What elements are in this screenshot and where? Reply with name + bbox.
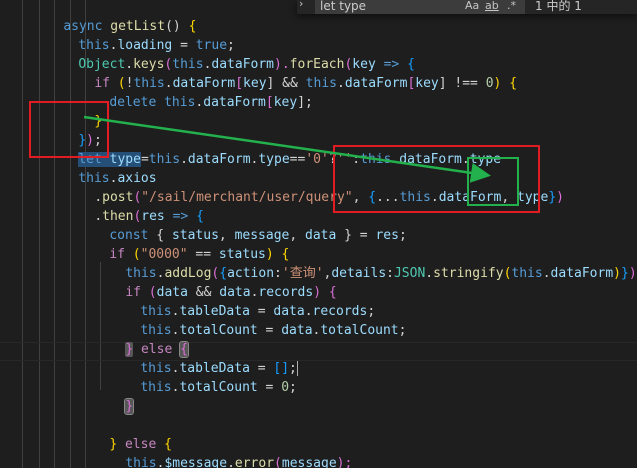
operator: = (257, 380, 282, 395)
this-keyword: this (125, 456, 157, 468)
variable: message (281, 456, 337, 468)
find-input-container[interactable]: Aa ab .* (315, 0, 525, 14)
variable: key (273, 95, 298, 110)
this-keyword: this (164, 95, 196, 110)
bracket: { (509, 76, 518, 91)
keyword-token: delete (109, 95, 157, 110)
indent-guide (22, 0, 23, 468)
chevron-right-icon[interactable]: › (299, 0, 313, 13)
annotation-box-let-type (29, 101, 109, 158)
property: type (258, 152, 290, 167)
variable: key (415, 76, 439, 91)
variable: data (305, 228, 337, 243)
find-input[interactable] (320, 0, 460, 14)
number: 0 (485, 76, 494, 91)
code-editor[interactable]: async getList() { this.loading = true; O… (0, 0, 637, 468)
regex-toggle[interactable]: .* (507, 0, 516, 14)
bracket: ); (336, 456, 353, 468)
code-line[interactable]: Object.keys(this.dataForm).forEach(key =… (47, 36, 415, 72)
code-line[interactable]: } else { (78, 416, 172, 452)
operator: == (289, 152, 306, 167)
code-line[interactable]: this.tableData = data.records; (109, 283, 375, 319)
class-name: JSON (393, 266, 426, 281)
operator: = (257, 323, 282, 338)
code-line[interactable]: } (94, 378, 135, 415)
code-line[interactable]: if (!this.dataForm[key] && this.dataForm… (63, 55, 517, 91)
find-widget[interactable]: › Aa ab .* 1 中的 1 (297, 0, 637, 14)
punctuation: ; (289, 380, 297, 395)
bracket: } (124, 398, 135, 415)
code-line[interactable]: if (data && data.records) { (94, 264, 336, 300)
variable: data (281, 323, 313, 338)
punctuation: ; (398, 323, 407, 338)
find-result-count: 1 中的 1 (535, 0, 582, 13)
punctuation: : (386, 266, 394, 281)
operator: ] !== (438, 76, 486, 91)
punctuation: . (227, 456, 235, 468)
punctuation: . (425, 266, 434, 281)
code-line[interactable]: this.tableData = []; (109, 340, 298, 376)
property: dataForm (550, 266, 614, 281)
number: 0 (281, 380, 290, 395)
text-cursor (296, 361, 298, 376)
code-line[interactable]: if ("0000" == status) { (78, 226, 289, 262)
variable: res (375, 228, 399, 243)
bracket: ( (274, 456, 282, 468)
bracket: ) (613, 266, 621, 281)
whole-word-toggle[interactable]: ab (485, 0, 499, 14)
this-keyword: this (511, 266, 543, 281)
property: dataForm (203, 95, 266, 110)
bracket: [ (265, 95, 274, 110)
punctuation: . (542, 266, 551, 281)
bracket: ) (493, 76, 510, 91)
punctuation: . (336, 76, 345, 91)
bracket: } (548, 190, 557, 205)
indent-guide (39, 0, 40, 468)
property: dataForm (187, 152, 251, 167)
code-line[interactable]: async getList() { (32, 0, 196, 34)
code-line[interactable]: this.totalCount = 0; (109, 359, 297, 395)
code-line[interactable]: this.totalCount = data.totalCount; (109, 302, 406, 338)
code-line[interactable]: delete this.dataForm[key]; (78, 74, 313, 110)
method: stringify (433, 266, 504, 281)
property: totalCount (179, 323, 258, 338)
bracket: ) (628, 266, 637, 281)
bracket: } (621, 266, 629, 281)
punctuation: } = (336, 228, 376, 243)
string: '0' (305, 152, 329, 167)
punctuation: , (289, 228, 306, 243)
bracket: ) (556, 190, 564, 205)
method: error (234, 456, 275, 468)
this-keyword: this (140, 380, 172, 395)
code-line[interactable]: this.loading = true; (47, 17, 235, 53)
property: dataForm (344, 76, 408, 91)
punctuation: ; (398, 228, 407, 243)
code-line[interactable]: this.$message.error(message); (94, 435, 352, 468)
code-line[interactable]: .then(res => { (63, 188, 204, 224)
property: totalCount (320, 323, 399, 338)
property: $message (164, 456, 228, 468)
match-case-toggle[interactable]: Aa (465, 0, 479, 14)
punctuation: ]; (297, 95, 313, 110)
punctuation: . (180, 152, 188, 167)
annotation-box-type-property (467, 157, 519, 206)
property: details (331, 266, 387, 281)
property: totalCount (179, 380, 258, 395)
code-line[interactable]: } (78, 454, 117, 468)
code-line[interactable]: this.addLog({action:'查询',details:JSON.st… (94, 245, 636, 281)
code-line[interactable]: } else { (94, 321, 189, 358)
